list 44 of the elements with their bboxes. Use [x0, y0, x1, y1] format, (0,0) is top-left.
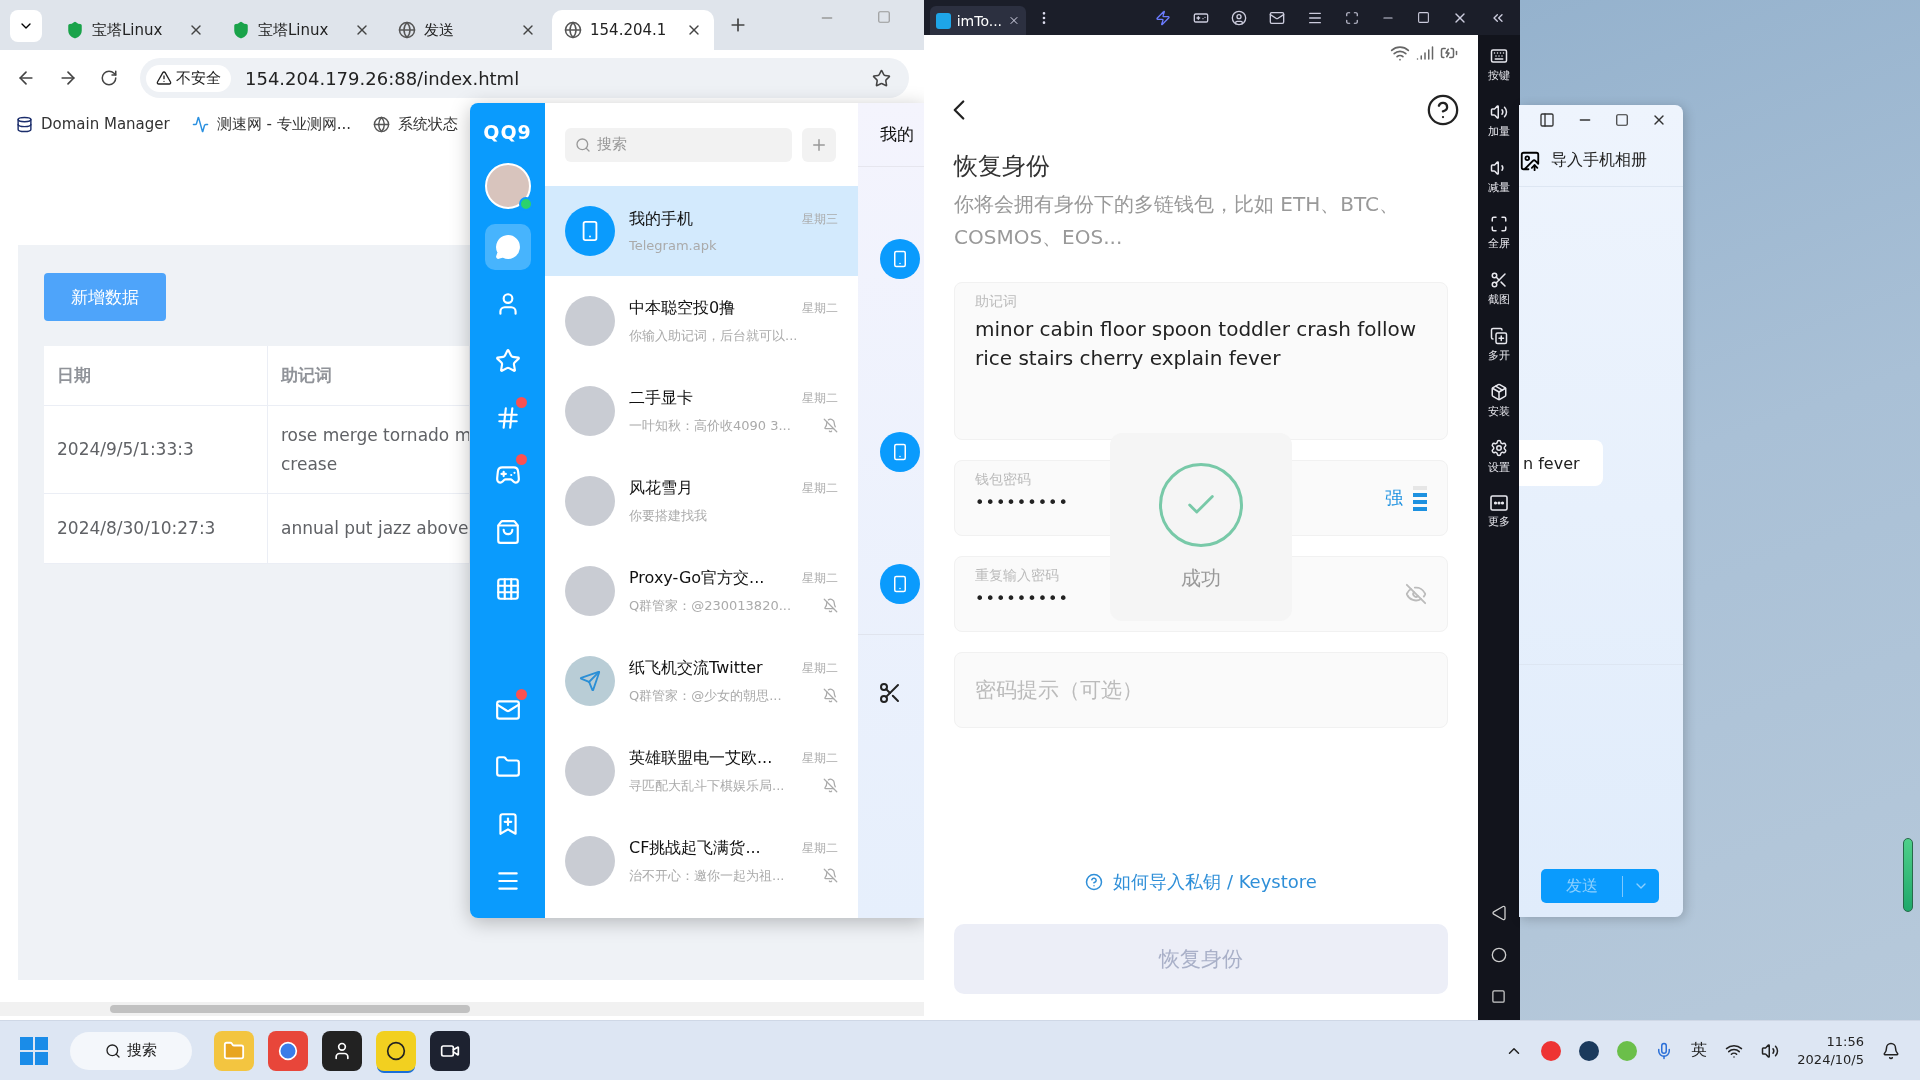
field-value: minor cabin floor spoon toddler crash follow rice stairs cherry explain fever	[975, 316, 1418, 372]
chat-name: 风花雪月	[629, 477, 693, 499]
message-bubble: n fever	[1519, 440, 1603, 486]
chat-name: 中本聪空投0撸	[629, 297, 736, 319]
chat-time: 星期二	[802, 569, 838, 587]
chat-preview: 你输入助记词，后台就可以...	[629, 326, 798, 345]
chat-time: 星期二	[802, 839, 838, 857]
chat-name: 纸飞机交流Twitter	[629, 657, 763, 679]
chat-time: 星期二	[802, 479, 838, 497]
chat-time: 星期二	[802, 299, 838, 317]
qq-logo: QQ9	[483, 121, 532, 143]
table-cell: 2024/8/30/10:27:3	[44, 494, 268, 563]
chat-title: 我的	[880, 123, 914, 146]
strength-label: 强	[1385, 486, 1403, 510]
column-header: 日期	[44, 346, 268, 405]
field-label: 助记词	[975, 293, 1017, 311]
chat-preview: Q群管家：@230013820...	[629, 596, 792, 615]
chat-preview: 寻匹配大乱斗下棋娱乐局...	[629, 776, 785, 795]
chat-time: 星期二	[802, 389, 838, 407]
field-label: 钱包密码	[975, 471, 1031, 489]
page-subtitle: 你将会拥有身份下的多链钱包，比如 ETH、BTC、COSMOS、EOS...	[954, 191, 1400, 251]
chat-preview: 你要搭建找我	[629, 506, 707, 525]
chat-time: 星期二	[802, 749, 838, 767]
window-title: 导入手机相册	[1551, 150, 1647, 171]
table-cell: 2024/9/5/1:33:3	[44, 406, 268, 493]
toast-text: 成功	[1181, 564, 1221, 592]
field-value: •••••••••	[975, 493, 1069, 512]
chat-time: 星期二	[802, 659, 838, 677]
chat-name: 我的手机	[629, 209, 693, 230]
tab-title: 宝塔Linux	[92, 20, 164, 40]
tab-title: 154.204.1	[590, 21, 668, 39]
chat-name: 二手显卡	[629, 387, 693, 409]
chat-preview: Q群管家：@少女的朝思...	[629, 686, 782, 705]
chat-preview: Telegram.apk	[629, 238, 717, 253]
tab-title: 发送	[424, 20, 455, 40]
field-value: •••••••••	[975, 589, 1069, 608]
tab-title: 宝塔Linux	[258, 20, 330, 40]
chat-name: 英雄联盟电一艾欧...	[629, 747, 773, 769]
url-text: 154.204.179.26:88/index.html	[245, 67, 521, 89]
chat-time: 星期三	[802, 211, 838, 228]
chat-name: CF挑战起飞满货...	[629, 837, 761, 859]
chat-name: Proxy-Go官方交...	[629, 567, 765, 589]
field-label: 重复输入密码	[975, 567, 1059, 585]
page-title: 恢复身份	[954, 151, 1051, 182]
